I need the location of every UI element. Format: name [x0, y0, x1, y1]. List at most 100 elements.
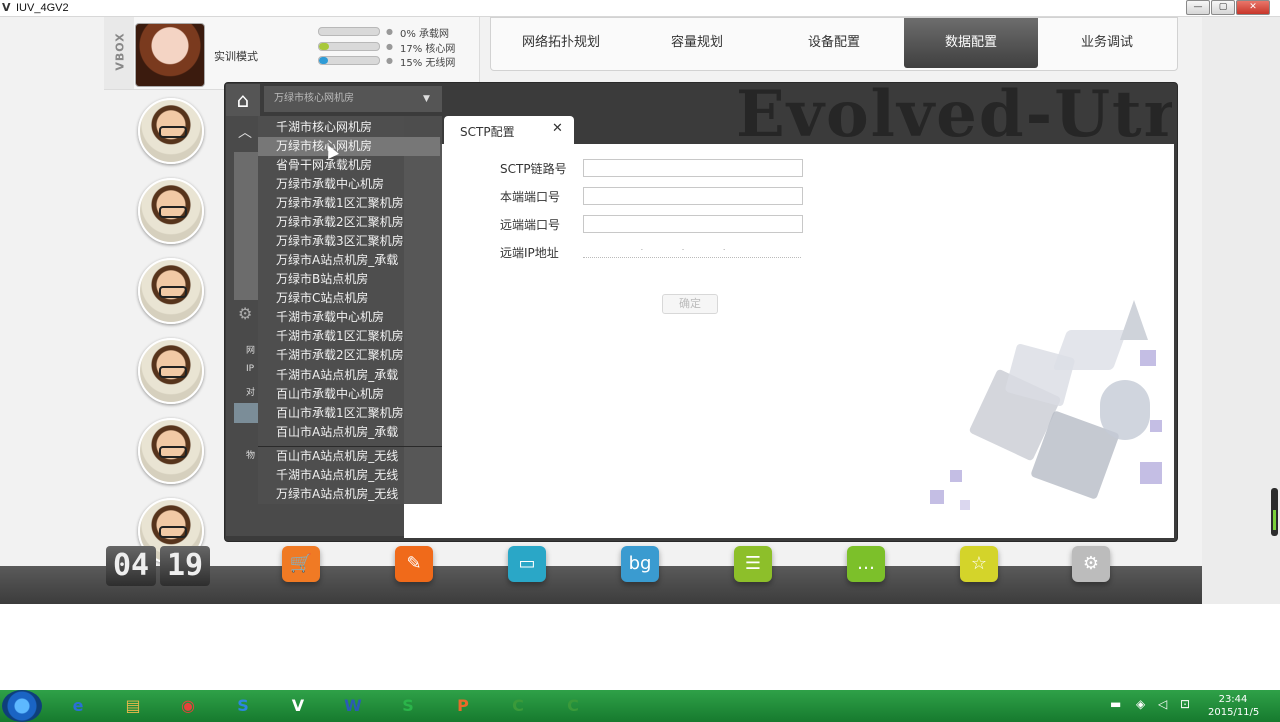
s-app-icon[interactable]: S: [388, 692, 428, 720]
sctp-link-label: SCTP链路号: [500, 162, 567, 176]
network-icon[interactable]: ⊡: [1180, 697, 1190, 711]
dropdown-item[interactable]: 百山市A站点机房_无线: [276, 447, 398, 466]
sogou-icon[interactable]: S: [223, 692, 263, 720]
ie-icon[interactable]: e: [58, 692, 98, 720]
dropdown-item[interactable]: 万绿市承载中心机房: [276, 175, 384, 194]
settings-icon[interactable]: ⚙: [1072, 546, 1110, 582]
progress-bar-bearer: [318, 27, 380, 36]
folder-icon[interactable]: ▤: [113, 692, 153, 720]
dropdown-item[interactable]: 万绿市C站点机房: [276, 289, 368, 308]
dropdown-item[interactable]: 千湖市承载1区汇聚机房: [276, 327, 404, 346]
dropdown-item[interactable]: 省骨干网承载机房: [276, 156, 372, 175]
word-icon[interactable]: W: [333, 692, 373, 720]
chevron-down-icon[interactable]: ▼: [423, 94, 430, 104]
vbox-badge: VBOX: [104, 17, 134, 89]
ok-button[interactable]: 确定: [662, 294, 718, 314]
decor-square: [930, 490, 944, 504]
role-avatar-3[interactable]: [138, 258, 204, 324]
progress-label-wireless: 15% 无线网: [400, 58, 456, 69]
decor-square: [1140, 462, 1162, 484]
clock-minute: 19: [160, 546, 210, 586]
progress-dot: ●: [386, 27, 393, 36]
progress-bar-wireless: [318, 56, 380, 65]
remote-ip-label: 远端IP地址: [500, 246, 559, 260]
decor-pyramid: [1120, 300, 1148, 340]
tab-data-config[interactable]: 数据配置: [904, 18, 1038, 68]
keyboard-tray-icon[interactable]: ▬: [1110, 697, 1121, 711]
collapse-icon[interactable]: ︿: [238, 122, 252, 142]
shield-icon[interactable]: ◈: [1136, 697, 1145, 711]
tree-label[interactable]: 物: [246, 448, 255, 461]
tree-label[interactable]: 网: [246, 343, 255, 356]
profile-avatar[interactable]: [135, 23, 205, 87]
start-button[interactable]: [2, 690, 42, 722]
p-app-icon[interactable]: P: [443, 692, 483, 720]
chat-icon[interactable]: …: [847, 546, 885, 582]
sctp-link-input[interactable]: [583, 159, 803, 177]
dropdown-item[interactable]: 万绿市承载3区汇聚机房: [276, 232, 404, 251]
dropdown-item[interactable]: 千湖市A站点机房_无线: [276, 466, 398, 485]
tab-sctp-label[interactable]: SCTP配置: [460, 123, 515, 140]
decor-square: [1150, 420, 1162, 432]
minimize-button[interactable]: —: [1186, 0, 1210, 15]
gear-icon[interactable]: ⚙: [238, 304, 252, 323]
window-title-bar: [0, 0, 1280, 17]
c-app-icon-2[interactable]: C: [553, 692, 593, 720]
dropdown-item[interactable]: 万绿市A站点机房_无线: [276, 485, 398, 504]
bg-calendar-icon[interactable]: bg: [621, 546, 659, 582]
progress-fill-wireless: [319, 57, 328, 64]
tv-icon[interactable]: ▭: [508, 546, 546, 582]
notebook-icon[interactable]: ✎: [395, 546, 433, 582]
role-avatar-4[interactable]: [138, 338, 204, 404]
clock-hour: 04: [106, 546, 156, 586]
vbox-app-icon[interactable]: V: [278, 692, 318, 720]
tab-service-debug[interactable]: 业务调试: [1040, 18, 1174, 68]
local-port-input[interactable]: [583, 187, 803, 205]
maximize-button[interactable]: ▢: [1211, 0, 1235, 15]
tree-section: [234, 152, 258, 300]
list-icon[interactable]: ☰: [734, 546, 772, 582]
close-button[interactable]: ✕: [1236, 0, 1270, 15]
volume-icon[interactable]: ◁: [1158, 697, 1167, 711]
dropdown-item[interactable]: 百山市A站点机房_承载: [276, 423, 398, 442]
role-avatar-5[interactable]: [138, 418, 204, 484]
tree-label[interactable]: 对: [246, 385, 255, 398]
tab-network-topology[interactable]: 网络拓扑规划: [494, 18, 628, 68]
tray-date: 2015/11/5: [1208, 707, 1260, 718]
dropdown-item[interactable]: 百山市承载中心机房: [276, 385, 384, 404]
tab-capacity-planning[interactable]: 容量规划: [630, 18, 764, 68]
tab-device-config[interactable]: 设备配置: [767, 18, 901, 68]
close-tab-icon[interactable]: ✕: [552, 121, 563, 136]
room-selector[interactable]: 万绿市核心网机房: [264, 86, 442, 112]
dropdown-item[interactable]: 万绿市承载1区汇聚机房: [276, 194, 404, 213]
dropdown-item[interactable]: 万绿市B站点机房: [276, 270, 368, 289]
dropdown-item[interactable]: 千湖市承载2区汇聚机房: [276, 346, 404, 365]
dropdown-item[interactable]: 千湖市核心网机房: [276, 118, 372, 137]
vbox-label: VBOX: [113, 32, 127, 71]
dropdown-item[interactable]: 万绿市A站点机房_承载: [276, 251, 398, 270]
remote-ip-input[interactable]: . . .: [583, 243, 801, 258]
dropdown-item[interactable]: 千湖市承载中心机房: [276, 308, 384, 327]
app-logo-icon: V: [2, 1, 11, 14]
decor-square: [950, 470, 962, 482]
dropdown-item[interactable]: 百山市承载1区汇聚机房: [276, 404, 404, 423]
chrome-icon[interactable]: ◉: [168, 692, 208, 720]
tree-selected-item[interactable]: [234, 403, 258, 423]
decor-square: [960, 500, 970, 510]
local-port-label: 本端端口号: [500, 190, 561, 204]
role-avatar-2[interactable]: [138, 178, 204, 244]
decor-cylinder: [1100, 380, 1150, 440]
role-avatar-1[interactable]: [138, 98, 204, 164]
remote-port-input[interactable]: [583, 215, 803, 233]
dropdown-item[interactable]: 千湖市A站点机房_承载: [276, 366, 398, 385]
tree-label[interactable]: IP: [246, 364, 254, 374]
c-app-icon-1[interactable]: C: [498, 692, 538, 720]
dropdown-item[interactable]: 万绿市承载2区汇聚机房: [276, 213, 404, 232]
cart-icon[interactable]: 🛒: [282, 546, 320, 582]
tray-clock[interactable]: 23:44 2015/11/5: [1208, 693, 1260, 719]
progress-dot: ●: [386, 56, 393, 65]
star-icon[interactable]: ☆: [960, 546, 998, 582]
window-title: IUV_4GV2: [16, 2, 69, 14]
progress-bar-core: [318, 42, 380, 51]
home-icon[interactable]: ⌂: [226, 84, 260, 116]
